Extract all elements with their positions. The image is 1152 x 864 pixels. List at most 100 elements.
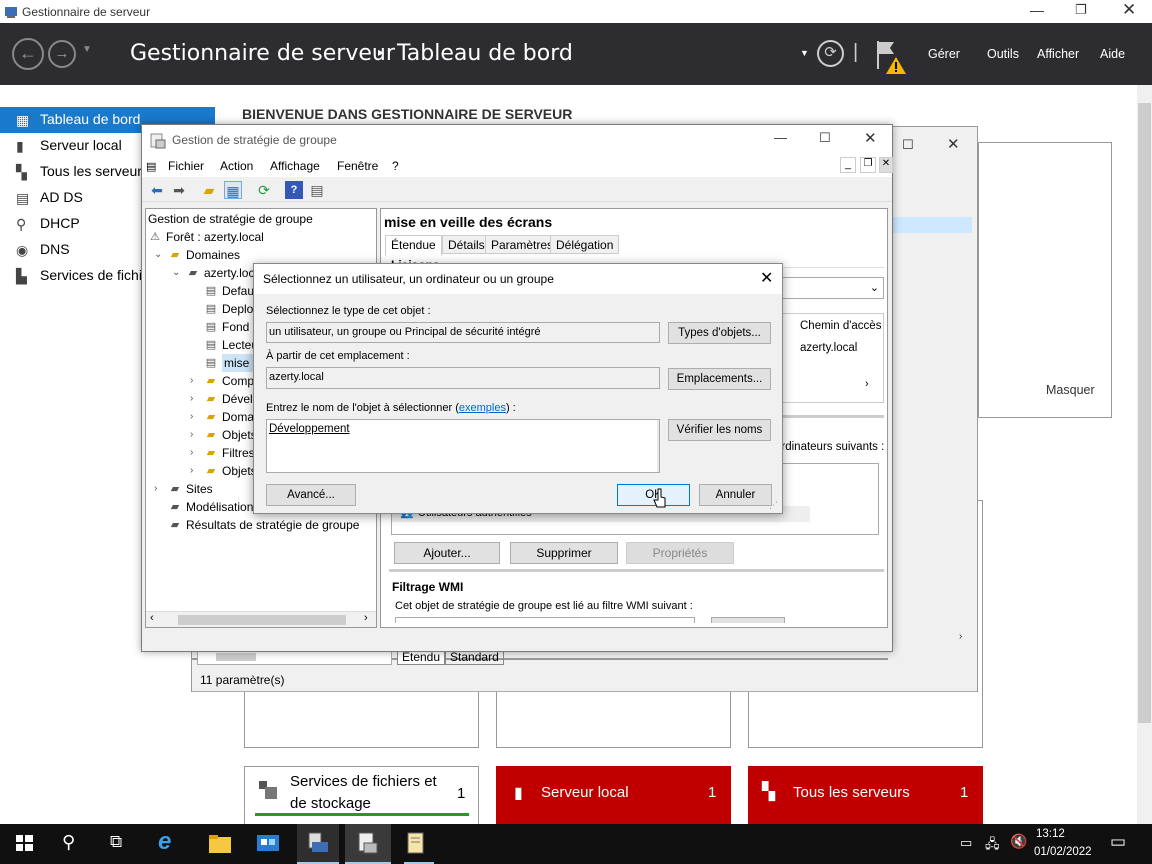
column-path[interactable]: Chemin d'accès [800, 320, 881, 332]
refresh-icon[interactable]: ⟳ [817, 40, 844, 67]
wmi-dropdown[interactable] [395, 617, 695, 623]
menu-manage[interactable]: Gérer [928, 47, 960, 61]
expand-icon[interactable]: › [154, 480, 166, 498]
back-button[interactable]: ← [12, 38, 44, 70]
menu-view[interactable]: Affichage [270, 159, 320, 173]
advanced-button[interactable]: Avancé... [266, 484, 356, 506]
volume-muted-icon[interactable]: 🔇 [1010, 833, 1027, 850]
sidebar-item-label: Serveur local [40, 137, 122, 153]
object-name-label: Entrez le nom de l'objet à sélectionner … [266, 402, 516, 414]
add-button[interactable]: Ajouter... [394, 542, 500, 564]
tree-node-label: Objets [222, 428, 257, 442]
minimize-icon[interactable]: — [1030, 2, 1044, 18]
mdi-close-icon[interactable]: ✕ [879, 157, 893, 173]
flag-warning-icon[interactable] [874, 39, 908, 75]
close-icon[interactable]: ✕ [864, 129, 877, 147]
forward-button[interactable]: → [48, 40, 76, 68]
scroll-left-icon[interactable]: ‹ [150, 612, 154, 624]
menu-help[interactable]: Aide [1100, 47, 1125, 61]
history-dropdown-icon[interactable]: ▼ [82, 44, 92, 55]
sidebar-item-label: Tableau de bord [40, 111, 141, 127]
cell-path[interactable]: azerty.local [800, 342, 857, 354]
server-manager-taskbar-icon[interactable] [256, 833, 280, 855]
up-folder-icon[interactable]: ▰ [200, 181, 218, 199]
examples-link[interactable]: exemples [459, 402, 506, 414]
refresh-icon[interactable]: ⟳ [255, 181, 273, 199]
open-button[interactable] [711, 617, 785, 623]
expand-icon[interactable]: › [190, 390, 202, 408]
help-icon[interactable]: ? [285, 181, 303, 199]
clock-time[interactable]: 13:12 [1036, 828, 1065, 840]
menu-help[interactable]: ? [392, 159, 399, 173]
splitter[interactable] [389, 569, 884, 572]
expand-icon[interactable]: › [190, 426, 202, 444]
file-explorer-icon[interactable] [208, 834, 232, 854]
menu-action[interactable]: Action [220, 159, 253, 173]
menu-window[interactable]: Fenêtre [337, 159, 378, 173]
scrollbar-thumb[interactable] [178, 615, 346, 625]
tree-horizontal-scrollbar[interactable]: ‹ › [146, 611, 376, 627]
mdi-restore-icon[interactable]: ❐ [860, 157, 876, 173]
tab-delegation[interactable]: Délégation [550, 235, 620, 254]
network-icon[interactable]: 🖧 [985, 835, 1000, 857]
object-types-button[interactable]: Types d'objets... [668, 322, 771, 344]
breadcrumb-root[interactable]: Gestionnaire de serveur [130, 41, 395, 66]
expand-icon[interactable]: › [190, 408, 202, 426]
dhcp-icon: ⚲ [16, 216, 27, 232]
tree-node-icon: ▰ [170, 519, 180, 531]
expand-icon[interactable]: › [190, 372, 202, 390]
close-icon[interactable]: ✕ [760, 268, 773, 288]
clock-date[interactable]: 01/02/2022 [1034, 846, 1092, 858]
windows-start-icon[interactable] [14, 832, 38, 856]
tab-scope[interactable]: Étendue [385, 235, 442, 256]
collapse-icon[interactable]: ⌄ [154, 246, 166, 264]
properties-button[interactable]: Propriétés [626, 542, 734, 564]
expand-icon[interactable]: › [190, 444, 202, 462]
check-names-button[interactable]: Vérifier les noms [668, 419, 771, 441]
menu-view[interactable]: Afficher [1037, 47, 1079, 61]
maximize-icon[interactable]: ☐ [819, 130, 831, 146]
properties-icon[interactable]: ▤ [308, 181, 326, 199]
remove-button[interactable]: Supprimer [510, 542, 618, 564]
close-icon[interactable]: ✕ [947, 135, 960, 153]
dropdown-icon[interactable]: ▼ [800, 48, 809, 58]
expand-icon[interactable]: › [190, 462, 202, 480]
taskbar-app-active[interactable] [297, 824, 339, 864]
tree-node-label: Gestion de stratégie de groupe [148, 212, 313, 226]
restore-icon[interactable]: ☐ [902, 137, 914, 153]
tab-settings[interactable]: Paramètres [485, 235, 560, 254]
tile-all-servers[interactable]: ▚ Tous les serveurs 1 [748, 766, 983, 824]
tile-file-services[interactable]: Services de fichiers et de stockage 1 [244, 766, 479, 824]
scrollbar-thumb[interactable] [1138, 103, 1151, 723]
internet-explorer-icon[interactable]: e [158, 828, 171, 856]
scroll-right-icon[interactable]: › [364, 612, 368, 624]
tile-local-server[interactable]: ▮ Serveur local 1 [496, 766, 731, 824]
mdi-minimize-icon[interactable]: _ [840, 157, 856, 173]
scroll-right-icon[interactable]: › [865, 378, 869, 390]
cancel-button[interactable]: Annuler [699, 484, 772, 506]
search-icon[interactable]: ⚲ [62, 832, 75, 853]
scroll-right-icon[interactable]: › [959, 631, 962, 642]
hide-link[interactable]: Masquer [1046, 383, 1095, 397]
gpo-editor-taskbar-icon[interactable] [404, 832, 428, 856]
taskbar-app-active[interactable] [345, 824, 391, 864]
object-name-input[interactable]: Développement [266, 419, 660, 473]
bg-tabs[interactable]: Étendu Standard [397, 649, 504, 665]
restore-icon[interactable]: ❐ [1075, 2, 1087, 18]
main-scrollbar[interactable] [1137, 85, 1152, 825]
back-icon[interactable]: ⬅ [148, 181, 166, 199]
tree-node-label: Objets [222, 464, 257, 478]
tab-details[interactable]: Détails [442, 235, 491, 254]
task-view-icon[interactable]: ⧉ [110, 832, 122, 852]
show-tree-icon[interactable]: ▦ [224, 181, 242, 199]
minimize-icon[interactable]: — [774, 130, 787, 145]
network-devices-icon[interactable]: ▭ [960, 835, 972, 851]
resize-grip-icon[interactable]: ⋰ [769, 500, 778, 511]
notifications-icon[interactable]: ▭ [1110, 832, 1126, 852]
menu-tools[interactable]: Outils [987, 47, 1019, 61]
close-icon[interactable]: ✕ [1122, 0, 1136, 20]
forward-icon[interactable]: ➡ [170, 181, 188, 199]
locations-button[interactable]: Emplacements... [668, 368, 771, 390]
menu-file[interactable]: Fichier [168, 159, 204, 173]
collapse-icon[interactable]: ⌄ [172, 264, 184, 282]
